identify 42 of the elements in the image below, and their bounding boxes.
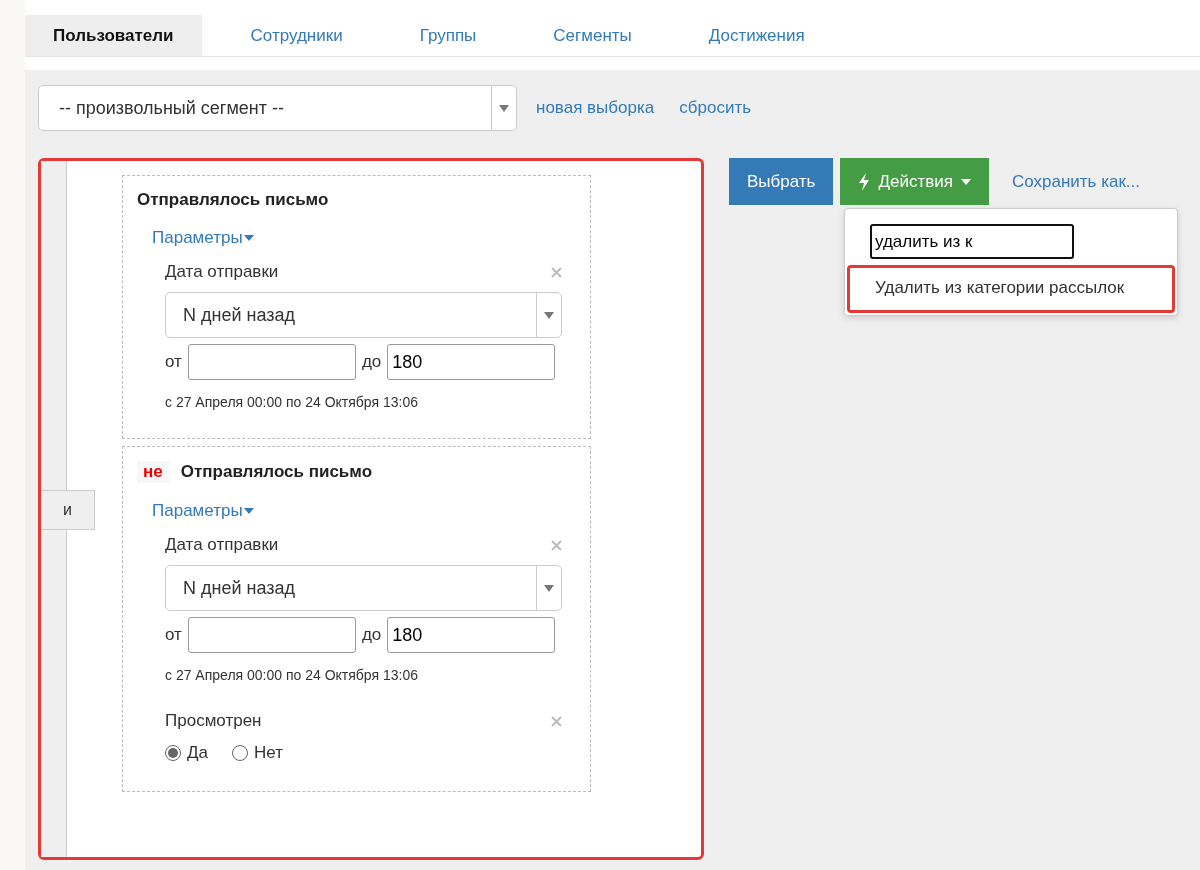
period-select[interactable]: N дней назад [165,565,562,611]
to-label: до [361,625,382,645]
filter-label: Дата отправки [165,535,279,555]
radio-button[interactable] [231,745,248,761]
date-range-summary: с 27 Апреля 00:00 по 24 Октября 13:06 [165,394,419,410]
link[interactable]: новая выборка [536,98,655,118]
radio-label[interactable]: Да [187,743,208,763]
lightning-icon [858,172,871,191]
from-input[interactable] [187,344,356,380]
close-icon[interactable] [551,715,562,727]
tab[interactable]: Пользователи [25,15,202,56]
filter-label: Дата отправки [165,262,279,282]
close-icon[interactable] [551,539,562,551]
actions-button[interactable]: Действия [840,158,989,205]
link[interactable]: сбросить [679,98,752,118]
negation-label[interactable]: не [137,461,169,483]
operator-button[interactable]: и [41,490,95,530]
from-input[interactable] [187,617,356,653]
menu-search-field[interactable]: удалить из к [870,224,1074,259]
tab[interactable]: Достижения [680,15,833,56]
save-as-link[interactable]: Сохранить как... [1011,171,1141,192]
segment-select[interactable]: -- произвольный сегмент -- [38,85,517,131]
tab[interactable]: Сегменты [525,15,660,56]
tab[interactable]: Сотрудники [222,15,371,56]
to-input[interactable]: 180 [387,344,556,380]
filter-label: Просмотрен [165,711,262,731]
condition-title: Отправлялось письмо [137,190,329,210]
from-label: от [165,352,182,372]
select-button[interactable]: Выбрать [729,158,834,205]
to-input[interactable]: 180 [387,617,556,653]
menu-item[interactable]: Удалить из категории рассылок [847,265,1175,313]
close-icon[interactable] [551,266,562,278]
date-range-summary: с 27 Апреля 00:00 по 24 Октября 13:06 [165,667,419,683]
to-label: до [361,352,382,372]
from-label: от [165,625,182,645]
tab[interactable]: Группы [391,15,505,56]
radio-button[interactable] [165,745,181,761]
condition-title: Отправлялось письмо [180,462,373,482]
period-select[interactable]: N дней назад [165,292,562,338]
params-link[interactable]: Параметры [152,501,254,521]
radio-label[interactable]: Нет [253,743,283,763]
params-link[interactable]: Параметры [152,228,254,248]
